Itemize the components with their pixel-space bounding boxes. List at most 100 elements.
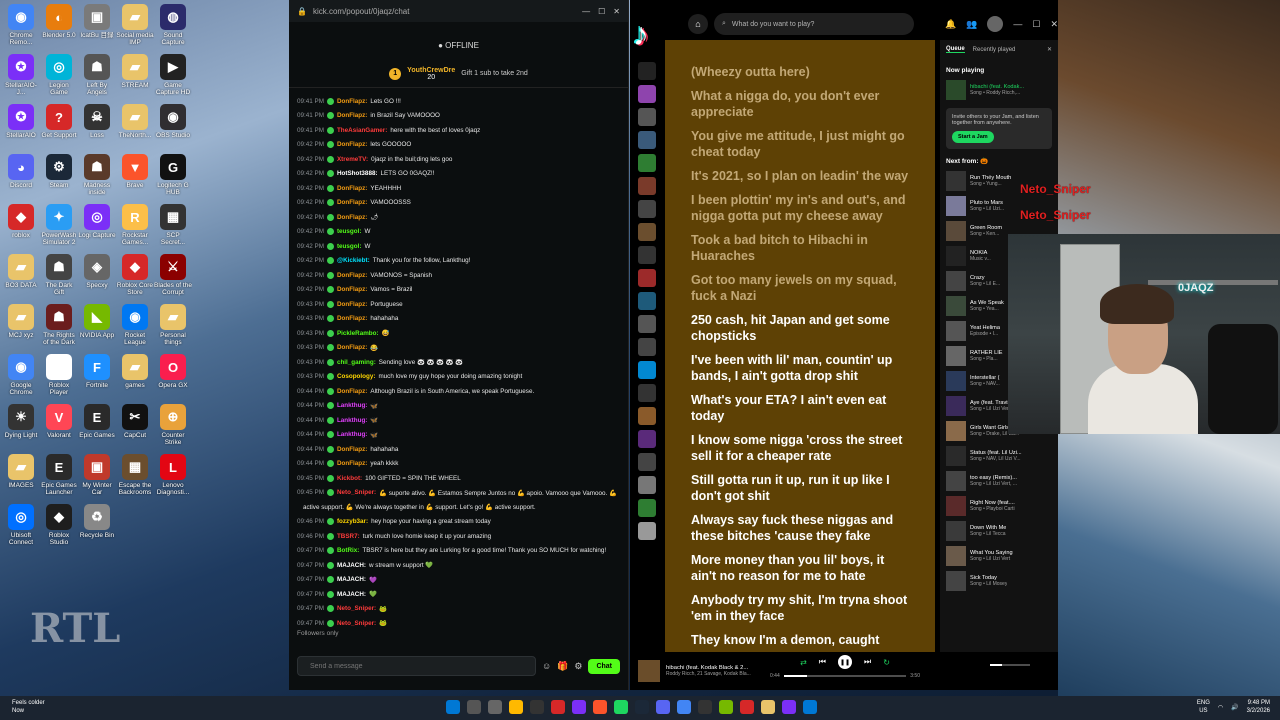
library-playlist[interactable] bbox=[638, 522, 656, 540]
message-username[interactable]: chil_gaming: bbox=[337, 359, 376, 366]
settings-icon[interactable] bbox=[530, 700, 544, 714]
desktop-icon[interactable]: E Epic Games Launcher bbox=[40, 454, 78, 496]
clock[interactable]: 9:48 PM 3/2/2026 bbox=[1247, 699, 1270, 715]
message-username[interactable]: Neto_Sniper: bbox=[337, 620, 376, 627]
desktop-icon[interactable]: ◍ Sound Capture bbox=[154, 4, 192, 46]
desktop-icon[interactable]: ⚙ Steam bbox=[40, 154, 78, 196]
library-playlist[interactable] bbox=[638, 315, 656, 333]
desktop-icon[interactable]: ◆ roblox bbox=[2, 204, 40, 246]
message-username[interactable]: DonFlapz: bbox=[337, 301, 367, 308]
lyric-line[interactable]: Took a bad bitch to Hibachi in Huaraches bbox=[691, 232, 909, 264]
app-icon[interactable] bbox=[803, 700, 817, 714]
brave-icon[interactable] bbox=[593, 700, 607, 714]
shuffle-icon[interactable]: ⇄ bbox=[800, 658, 807, 667]
message-username[interactable]: Neto_Sniper: bbox=[337, 605, 376, 612]
message-username[interactable]: DonFlapz: bbox=[337, 214, 367, 221]
message-username[interactable]: teusgol: bbox=[337, 243, 362, 250]
chat-message-input[interactable] bbox=[297, 656, 536, 676]
desktop-icon[interactable]: ▦ SCP Secret... bbox=[154, 204, 192, 246]
library-playlist[interactable] bbox=[638, 246, 656, 264]
sub-leaderboard[interactable]: 1 YouthCrewDre 20 Gift 1 sub to take 2nd bbox=[289, 60, 628, 88]
tab-recently-played[interactable]: Recently played bbox=[973, 47, 1016, 53]
library-playlist[interactable] bbox=[638, 292, 656, 310]
progress-bar[interactable] bbox=[783, 675, 907, 677]
desktop-icon[interactable]: ◣ NVIDIA App bbox=[78, 304, 116, 346]
avatar[interactable] bbox=[987, 16, 1004, 32]
message-username[interactable]: DonFlapz: bbox=[337, 446, 367, 453]
desktop-icon[interactable]: E Epic Games bbox=[78, 404, 116, 446]
desktop-icon[interactable]: ▰ Personal things bbox=[154, 304, 192, 346]
emote-icon[interactable]: ☺ bbox=[542, 661, 551, 671]
desktop-icon[interactable]: V Valorant bbox=[40, 404, 78, 446]
message-username[interactable]: Lankthug: bbox=[337, 402, 367, 409]
desktop-icon[interactable]: ☠ Loss bbox=[78, 104, 116, 146]
desktop-icon[interactable]: ◕ Discord bbox=[2, 154, 40, 196]
app-icon[interactable] bbox=[740, 700, 754, 714]
library-playlist[interactable] bbox=[638, 200, 656, 218]
desktop-icon[interactable]: ▼ Brave bbox=[116, 154, 154, 196]
message-username[interactable]: TBSR7: bbox=[337, 533, 360, 540]
lyric-line[interactable]: I've been with lil' man, countin' up ban… bbox=[691, 352, 909, 384]
message-username[interactable]: Kickbot: bbox=[337, 475, 362, 482]
volume-icon[interactable]: 🔊 bbox=[1231, 704, 1238, 711]
desktop-icon[interactable]: ☗ Left By Angels bbox=[78, 54, 116, 96]
desktop-icon[interactable]: ✪ StellarAIO bbox=[2, 104, 40, 146]
library-playlist[interactable] bbox=[638, 384, 656, 402]
library-playlist[interactable] bbox=[638, 338, 656, 356]
message-username[interactable]: DonFlapz: bbox=[337, 272, 367, 279]
desktop-icon[interactable]: ⚔ Blades of the Corrupt bbox=[154, 254, 192, 296]
lyric-line[interactable]: They know I'm a demon, caught bbox=[691, 632, 909, 648]
lyric-line[interactable]: More money than you lil' boys, it ain't … bbox=[691, 552, 909, 584]
queue-item[interactable]: Status (feat. Lil Uzi... Song • NAV, Lil … bbox=[946, 446, 1052, 466]
message-username[interactable]: DonFlapz: bbox=[337, 388, 367, 395]
nvidia-icon[interactable] bbox=[719, 700, 733, 714]
message-username[interactable]: DonFlapz: bbox=[337, 315, 367, 322]
home-icon[interactable]: ⌂ bbox=[688, 14, 708, 34]
desktop-icon[interactable]: ▣ IcatBu 目録 bbox=[78, 4, 116, 46]
language-indicator[interactable]: ENG bbox=[1197, 699, 1210, 707]
desktop-icon[interactable]: ▰ Social media IMP bbox=[116, 4, 154, 46]
desktop-icon[interactable]: ◆ Roblox Player bbox=[40, 354, 78, 396]
desktop-icon[interactable]: ◎ Legion Game bbox=[40, 54, 78, 96]
library-playlist[interactable] bbox=[638, 85, 656, 103]
library-playlist[interactable] bbox=[638, 108, 656, 126]
library-playlist[interactable] bbox=[638, 499, 656, 517]
desktop-icon[interactable]: ◉ Google Chrome bbox=[2, 354, 40, 396]
library-playlist[interactable] bbox=[638, 269, 656, 287]
library-playlist[interactable] bbox=[638, 154, 656, 172]
lyric-line[interactable]: Still gotta run it up, run it up like I … bbox=[691, 472, 909, 504]
search-icon[interactable] bbox=[467, 700, 481, 714]
message-username[interactable]: DonFlapz: bbox=[337, 286, 367, 293]
desktop-icon[interactable]: ◉ Rocket League bbox=[116, 304, 154, 346]
desktop-icon[interactable]: ▰ IMAGES bbox=[2, 454, 40, 496]
desktop-icon[interactable]: ◉ OBS Studio bbox=[154, 104, 192, 146]
lyric-line[interactable]: It's 2021, so I plan on leadin' the way bbox=[691, 168, 909, 184]
folder-icon[interactable] bbox=[761, 700, 775, 714]
message-username[interactable]: DonFlapz: bbox=[337, 112, 367, 119]
lyric-line[interactable]: Always say fuck these niggas and these b… bbox=[691, 512, 909, 544]
desktop-icon[interactable]: ☀ Dying Light bbox=[2, 404, 40, 446]
address-bar[interactable]: 🔒 kick.com/popout/0jaqz/chat — ☐ ✕ bbox=[289, 0, 628, 22]
minimize-icon[interactable]: — bbox=[582, 7, 590, 16]
lyric-line[interactable]: I know some nigga 'cross the street sell… bbox=[691, 432, 909, 464]
message-username[interactable]: DonFlapz: bbox=[337, 344, 367, 351]
gift-icon[interactable]: 🎁 bbox=[557, 661, 568, 672]
steam-icon[interactable] bbox=[635, 700, 649, 714]
library-playlist[interactable] bbox=[638, 62, 656, 80]
desktop-icon[interactable]: L Lenovo Diagnosti... bbox=[154, 454, 192, 496]
lyric-line[interactable]: You give me attitude, I just might go ch… bbox=[691, 128, 909, 160]
maximize-icon[interactable]: ☐ bbox=[1032, 19, 1040, 30]
queue-item[interactable]: Right Now (feat.... Song • Playboi Carti bbox=[946, 496, 1052, 516]
minimize-icon[interactable]: — bbox=[1013, 19, 1022, 29]
message-username[interactable]: @Kickiebt: bbox=[337, 257, 370, 264]
message-username[interactable]: MAJACH: bbox=[337, 591, 366, 598]
lyric-line[interactable]: 250 cash, hit Japan and get some chopsti… bbox=[691, 312, 909, 344]
repeat-icon[interactable]: ↻ bbox=[883, 658, 890, 667]
spotify-icon[interactable] bbox=[614, 700, 628, 714]
close-icon[interactable]: ✕ bbox=[613, 7, 620, 16]
bell-icon[interactable]: 🔔 bbox=[945, 19, 956, 30]
pause-button[interactable]: ❚❚ bbox=[838, 655, 852, 669]
library-playlist[interactable] bbox=[638, 453, 656, 471]
message-username[interactable]: Lankthug: bbox=[337, 417, 367, 424]
message-username[interactable]: Lankthug: bbox=[337, 431, 367, 438]
